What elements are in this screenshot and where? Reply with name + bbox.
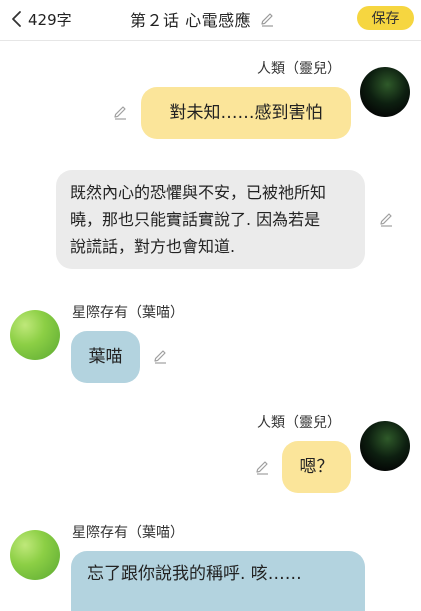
message-bubble[interactable]: 忘了跟你說我的稱呼. 咳…… [71,551,365,611]
chevron-left-icon [12,11,21,27]
save-button[interactable]: 保存 [357,6,414,30]
message-text: 忘了跟你說我的稱呼. 咳…… [87,563,302,584]
message-text: 嗯？ [299,456,334,477]
narration-line: 既然內心的恐懼與不安，已被祂所知 [70,183,327,202]
message-text: 對未知……感到害怕 [169,102,323,123]
pencil-icon[interactable] [254,459,270,475]
top-bar: 429字 第２话 心電感應 保存 [0,0,421,41]
message-text: 葉喵 [88,346,123,367]
pencil-icon[interactable] [152,348,168,364]
message-bubble[interactable]: 對未知……感到害怕 [141,87,351,139]
narration-line: 曉，那也只能實話實說了. 因為若是 [70,210,321,229]
avatar-other[interactable] [10,530,60,580]
avatar-user[interactable] [360,421,410,471]
speaker-name: 人類（靈兒） [257,415,341,431]
chapter-title: 第２话 心電感應 [130,11,252,30]
speaker-name: 星際存有（葉喵） [72,305,184,321]
back-button[interactable]: 429字 [10,8,72,30]
narration-line: 說謊話，對方也會知道. [70,237,236,256]
avatar-user[interactable] [360,67,410,117]
message-bubble[interactable]: 葉喵 [71,331,140,383]
chapter-title-area: 第２话 心電感應 [130,8,275,30]
speaker-name: 人類（靈兒） [257,61,341,77]
word-count: 429字 [28,10,72,29]
message-bubble[interactable]: 嗯？ [282,441,351,493]
avatar-other[interactable] [10,310,60,360]
speaker-name: 星際存有（葉喵） [72,525,184,541]
narration-bubble[interactable]: 既然內心的恐懼與不安，已被祂所知 曉，那也只能實話實說了. 因為若是 說謊話，對… [56,170,365,269]
pencil-icon[interactable] [378,211,394,227]
pencil-icon[interactable] [259,11,275,27]
pencil-icon[interactable] [112,104,128,120]
